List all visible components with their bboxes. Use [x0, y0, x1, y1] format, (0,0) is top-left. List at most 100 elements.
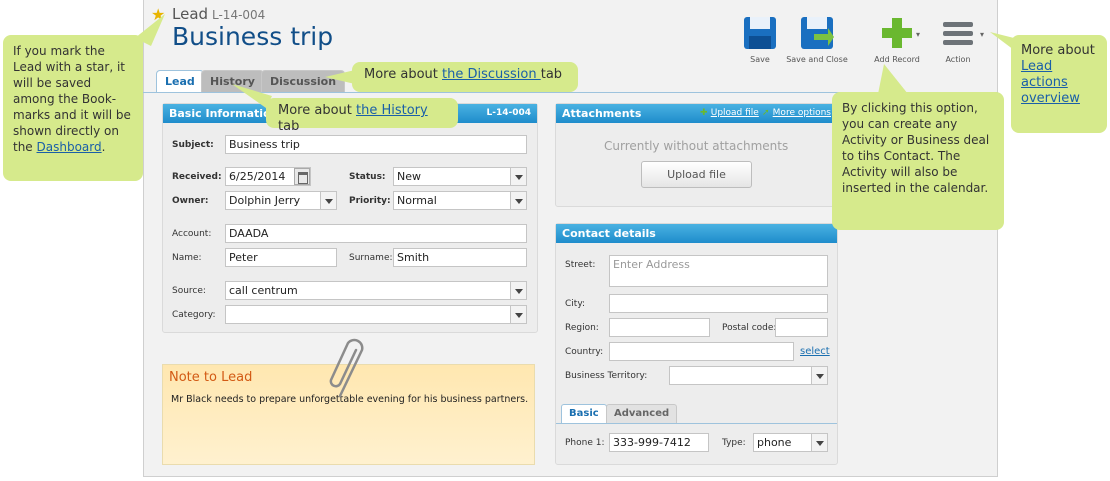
entity-id: L-14-004 [212, 8, 266, 22]
history-link[interactable]: the History [356, 103, 428, 118]
chevron-down-icon[interactable] [320, 192, 336, 209]
category-select[interactable] [225, 305, 527, 324]
name-field[interactable]: Peter [225, 248, 337, 267]
chevron-down-icon[interactable] [510, 282, 526, 299]
region-field[interactable] [609, 318, 710, 337]
lead-actions-link-2[interactable]: actions [1021, 75, 1068, 90]
history-callout-prefix: More about [278, 103, 356, 118]
chevron-down-icon[interactable] [510, 192, 526, 209]
subject-label: Subject: [172, 140, 214, 150]
status-label: Status: [349, 172, 386, 182]
business-territory-select[interactable] [669, 366, 828, 385]
tab-advanced[interactable]: Advanced [606, 404, 678, 423]
page-title: Business trip [172, 22, 334, 51]
history-callout: More about the History tab [266, 98, 458, 134]
received-label: Received: [172, 172, 222, 182]
chevron-down-icon[interactable] [510, 306, 526, 323]
star-callout-pointer [135, 14, 165, 46]
plus-icon: ✚ [700, 108, 708, 118]
discussion-link[interactable]: the Discussion [442, 67, 541, 82]
entity-type: Lead [172, 5, 209, 23]
phone-label: Phone 1: [565, 438, 605, 448]
add-record-label: Add Record [874, 55, 920, 64]
chevron-down-icon: ▾ [916, 30, 921, 39]
app-root: ★ Lead L-14-004 Business trip Save Save … [0, 0, 1110, 481]
add-record-button[interactable]: Add Record ▾ [872, 16, 922, 64]
plus-icon [882, 18, 912, 48]
tab-lead[interactable]: Lead [156, 70, 204, 93]
priority-value: Normal [397, 194, 437, 207]
add-record-callout-pointer [878, 64, 908, 94]
owner-value: Dolphin Jerry [229, 194, 301, 207]
discussion-callout-pointer [325, 70, 355, 84]
history-callout-pointer [232, 84, 272, 108]
chevron-down-icon[interactable] [811, 367, 827, 384]
dashboard-link[interactable]: Dashboard [37, 140, 102, 154]
chevron-down-icon: ▾ [980, 30, 985, 39]
arrow-icon: ➚ [761, 108, 770, 118]
upload-file-button[interactable]: Upload file [641, 161, 752, 188]
source-value: call centrum [229, 284, 298, 297]
panel-title: Basic Information [169, 107, 279, 120]
action-label: Action [945, 55, 971, 64]
save-and-close-button[interactable]: Save and Close [784, 16, 850, 64]
panel-title: Attachments [562, 107, 642, 120]
actions-callout-prefix: More about [1021, 43, 1095, 58]
calendar-icon[interactable] [294, 168, 310, 185]
chevron-down-icon[interactable] [811, 434, 827, 451]
country-label: Country: [565, 347, 604, 357]
subject-field[interactable]: Business trip [225, 135, 527, 154]
status-select[interactable]: New [393, 167, 527, 186]
menu-icon [943, 22, 973, 45]
attachments-panel: Attachments ✚ Upload file ➚ More options [555, 103, 838, 207]
priority-label: Priority: [349, 196, 391, 206]
country-field[interactable] [609, 342, 794, 361]
phone-type-label: Type: [722, 438, 746, 448]
subtab-divider [556, 423, 837, 424]
owner-select[interactable]: Dolphin Jerry [225, 191, 337, 210]
star-callout-text: If you mark the Lead with a star, it wil… [13, 44, 131, 154]
source-select[interactable]: call centrum [225, 281, 527, 300]
save-label: Save [750, 55, 770, 64]
region-label: Region: [565, 323, 599, 333]
street-label: Street: [565, 260, 596, 270]
chevron-down-icon[interactable] [510, 168, 526, 185]
street-field[interactable]: Enter Address [609, 255, 828, 287]
account-field[interactable]: DAADA [225, 224, 527, 243]
name-label: Name: [172, 253, 202, 263]
add-record-callout: By clicking this option, you can create … [832, 92, 1004, 230]
discussion-callout: More about the Discussion tab [352, 62, 578, 92]
lead-actions-link-1[interactable]: Lead [1021, 59, 1052, 74]
phone-field[interactable]: 333-999-7412 [609, 433, 709, 452]
star-callout: If you mark the Lead with a star, it wil… [3, 35, 143, 181]
priority-select[interactable]: Normal [393, 191, 527, 210]
history-callout-suffix: tab [278, 119, 300, 134]
star-callout-suffix: . [101, 140, 106, 154]
city-field[interactable] [609, 294, 828, 313]
account-label: Account: [172, 229, 212, 239]
country-select-link[interactable]: select [800, 346, 830, 357]
postal-code-label: Postal code: [722, 323, 777, 333]
postal-code-field[interactable] [775, 318, 828, 337]
city-label: City: [565, 299, 586, 309]
more-options-link[interactable]: More options [773, 108, 831, 118]
floppy-disk-icon [744, 17, 776, 49]
surname-label: Surname: [349, 253, 393, 263]
owner-label: Owner: [172, 196, 209, 206]
save-button[interactable]: Save [738, 16, 782, 64]
lead-actions-link-3[interactable]: overview [1021, 91, 1080, 106]
panel-header: Contact details [556, 224, 837, 243]
attachments-actions: ✚ Upload file ➚ More options [700, 108, 831, 118]
action-button[interactable]: Action ▾ [936, 16, 984, 64]
discussion-callout-suffix: tab [540, 67, 563, 82]
tab-basic[interactable]: Basic [561, 404, 607, 423]
discussion-callout-prefix: More about [364, 67, 442, 82]
source-label: Source: [172, 286, 206, 296]
surname-field[interactable]: Smith [393, 248, 527, 267]
note-title: Note to Lead [169, 370, 253, 385]
upload-file-link[interactable]: Upload file [711, 108, 759, 118]
phone-type-select[interactable]: phone [753, 433, 828, 452]
actions-callout: More about Lead actions overview [1011, 35, 1107, 133]
save-close-label: Save and Close [786, 55, 848, 64]
business-territory-label: Business Territory: [565, 371, 648, 381]
